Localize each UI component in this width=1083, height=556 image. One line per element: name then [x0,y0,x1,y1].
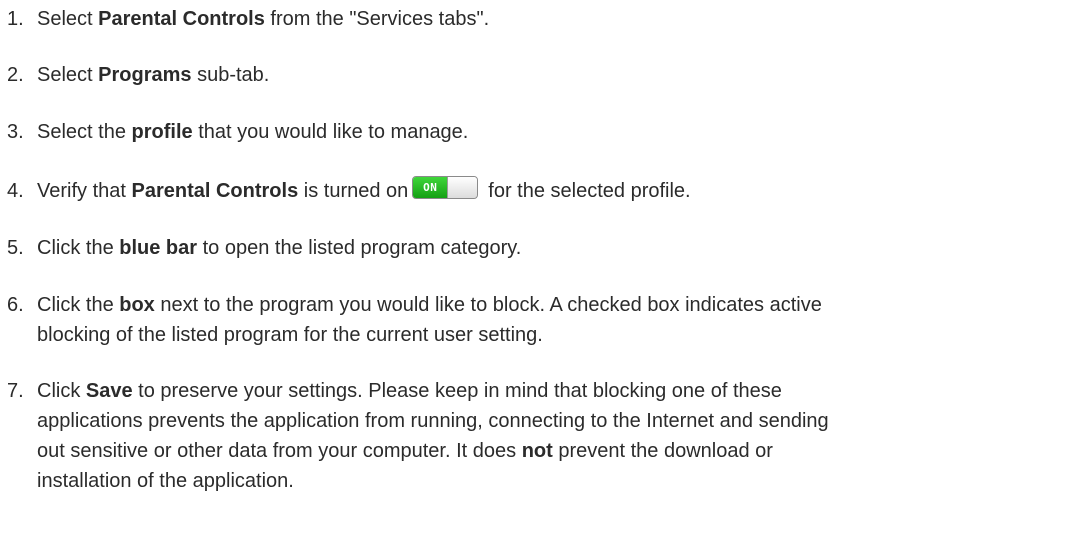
step-5: 5. Click the blue bar to open the listed… [7,233,521,263]
step-emphasis: blue bar [119,237,198,259]
step-number: 3. [7,121,24,143]
step-emphasis: box [119,294,155,316]
step-2: 2. Select Programs sub-tab. [7,60,269,90]
step-text: to open the listed program category. [197,237,522,259]
step-number: 4. [7,180,24,202]
step-number: 5. [7,237,24,259]
step-text: next to the program you would like to bl… [154,294,822,316]
step-6: 6. Click the box next to the program you… [7,290,822,350]
step-text: for the selected profile. [488,180,691,202]
step-text: that you would like to manage. [192,121,469,143]
step-text: from the "Services tabs". [264,8,490,30]
step-emphasis: Parental Controls [131,180,299,202]
step-text: applications prevents the application fr… [37,410,829,432]
toggle-on-label: ON [413,177,448,198]
step-1: 1. Select Parental Controls from the "Se… [7,4,489,34]
step-number: 7. [7,380,24,402]
step-number: 1. [7,8,24,30]
toggle-switch-on-icon: ON [412,176,479,199]
step-text: out sensitive or other data from your co… [37,440,522,462]
step-7: 7. Click Save to preserve your settings.… [7,376,829,496]
step-text: installation of the application. [37,470,294,492]
step-text: Verify that [37,180,132,202]
step-text: is turned on [298,180,409,202]
step-emphasis: Programs [98,64,192,86]
step-text: Click the [37,294,120,316]
step-number: 6. [7,294,24,316]
step-number: 2. [7,64,24,86]
step-emphasis: not [521,440,553,462]
step-text: Click [37,380,86,402]
step-emphasis: profile [131,121,193,143]
step-emphasis: Parental Controls [98,8,265,30]
step-text: to preserve your settings. Please keep i… [132,380,782,402]
step-text: Click the [37,237,120,259]
step-text: Select [37,64,99,86]
step-emphasis: Save [85,380,133,402]
step-3: 3. Select the profile that you would lik… [7,117,468,147]
toggle-knob [447,177,478,198]
step-4: 4. Verify that Parental Controls is turn… [7,176,691,206]
step-text: sub-tab. [191,64,270,86]
step-text: Select the [37,121,132,143]
step-text: blocking of the listed program for the c… [37,324,543,346]
step-text: prevent the download or [552,440,773,462]
step-text: Select [37,8,99,30]
